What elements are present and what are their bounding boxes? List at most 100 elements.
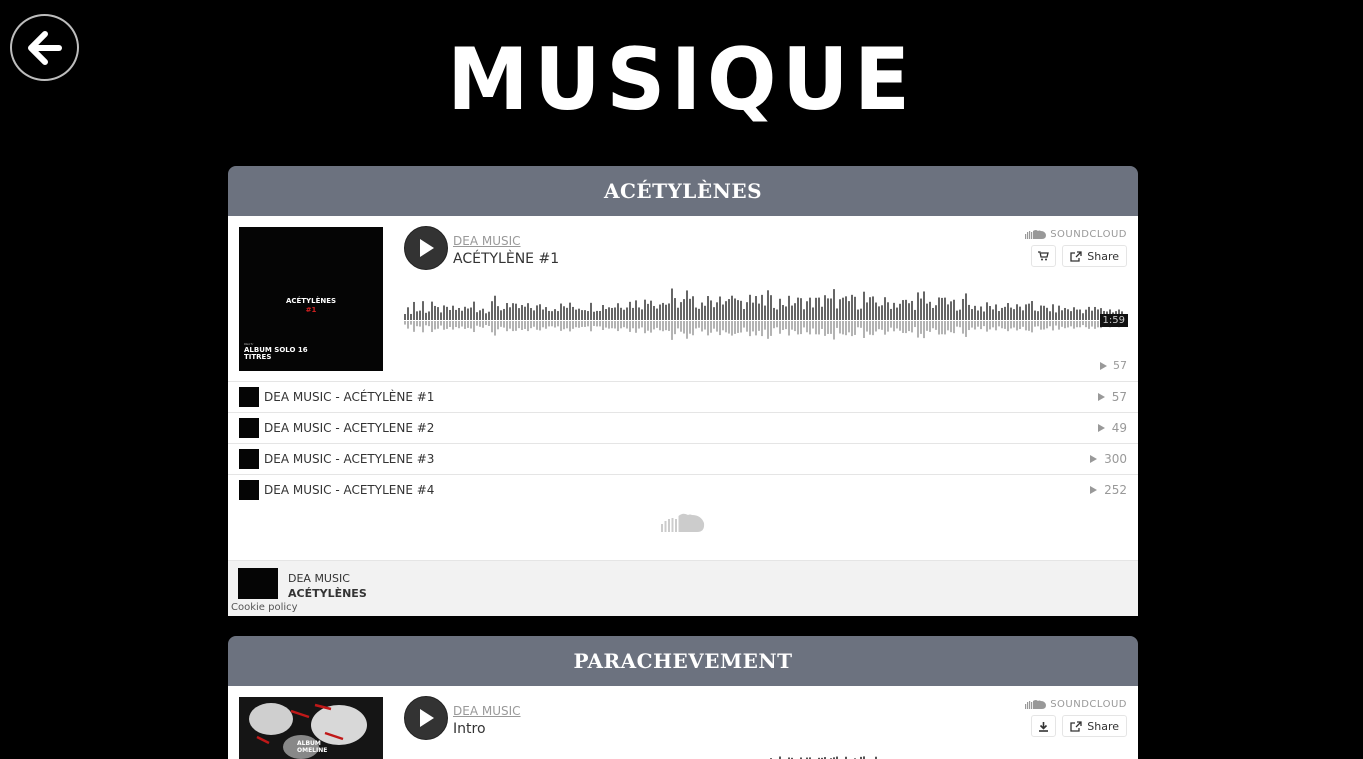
waveform-bar [902, 300, 904, 320]
waveform[interactable] [404, 276, 1128, 352]
waveform-reflection [905, 321, 907, 334]
waveform-bar [1055, 312, 1057, 320]
waveform-reflection [521, 321, 523, 330]
waveform-bar [893, 302, 895, 320]
waveform-bar [1058, 305, 1060, 320]
waveform-reflection [1088, 321, 1090, 329]
waveform-reflection [509, 321, 511, 329]
waveform-bar [539, 304, 541, 320]
download-button[interactable] [1031, 715, 1057, 737]
artist-link[interactable]: DEA MUSIC [453, 704, 521, 718]
waveform-reflection [701, 321, 703, 332]
waveform-reflection [1082, 321, 1084, 326]
waveform-bar [614, 307, 616, 320]
waveform-bar [1013, 309, 1015, 320]
album-artwork[interactable]: ALBUM OMELINE [239, 697, 383, 759]
waveform-reflection [464, 321, 466, 329]
footer-album[interactable]: ACÉTYLÈNES [288, 587, 367, 600]
share-button[interactable]: Share [1062, 245, 1127, 267]
waveform-bar [536, 305, 538, 320]
waveform-reflection [641, 321, 643, 328]
waveform-bar [647, 303, 649, 320]
waveform-bar [431, 301, 433, 320]
play-count-icon [1090, 455, 1098, 463]
waveform-reflection [1013, 321, 1015, 328]
waveform-bar [533, 310, 535, 320]
soundcloud-icon [1025, 230, 1047, 239]
soundcloud-logo[interactable]: SOUNDCLOUD [1025, 229, 1127, 240]
waveform-reflection [1001, 321, 1003, 329]
track-row[interactable]: DEA MUSIC - ACETYLENE #3 300 [228, 443, 1138, 474]
footer-artist[interactable]: DEA MUSIC [288, 572, 350, 585]
waveform-bar [701, 302, 703, 320]
track-row[interactable]: DEA MUSIC - ACÉTYLÈNE #1 57 [228, 381, 1138, 412]
waveform-reflection [956, 321, 958, 327]
cookie-policy-link[interactable]: Cookie policy [231, 602, 298, 613]
album-thumbnail[interactable] [238, 568, 278, 599]
cart-icon [1038, 251, 1050, 261]
waveform-bar [848, 301, 850, 320]
waveform-bar [653, 305, 655, 320]
waveform-bar [749, 294, 751, 320]
waveform-bar [452, 305, 454, 320]
waveform[interactable] [404, 752, 1128, 759]
waveform-bar [962, 298, 964, 320]
artist-link[interactable]: DEA MUSIC [453, 234, 521, 248]
buy-button[interactable] [1031, 245, 1057, 267]
waveform-bar [1067, 309, 1069, 320]
share-icon [1070, 250, 1082, 262]
album-artwork[interactable]: ACÉTYLÈNES #1 DEA'S' ALBUM SOLO 16 TITRE… [239, 227, 383, 371]
waveform-bar [575, 309, 577, 320]
waveform-bar [410, 313, 412, 320]
waveform-reflection [950, 321, 952, 333]
waveform-reflection [551, 321, 553, 327]
waveform-reflection [881, 321, 883, 330]
waveform-bar [725, 301, 727, 320]
waveform-reflection [1076, 321, 1078, 328]
waveform-bar [572, 306, 574, 320]
waveform-reflection [1028, 321, 1030, 331]
waveform-bar [881, 305, 883, 320]
waveform-reflection [746, 321, 748, 332]
waveform-reflection [488, 321, 490, 326]
waveform-bar [857, 309, 859, 320]
waveform-bar [425, 312, 427, 320]
waveform-reflection [869, 321, 871, 335]
waveform-bar [437, 307, 439, 320]
waveform-bar [671, 288, 673, 320]
play-button[interactable] [404, 226, 448, 270]
waveform-bar [515, 303, 517, 320]
waveform-reflection [983, 321, 985, 327]
waveform-reflection [941, 321, 943, 335]
track-thumbnail [239, 449, 259, 469]
waveform-reflection [989, 321, 991, 330]
track-row[interactable]: DEA MUSIC - ACETYLENE #4 252 [228, 474, 1138, 505]
waveform-reflection [449, 321, 451, 328]
waveform-reflection [518, 321, 520, 329]
waveform-bar [668, 303, 670, 320]
waveform-bar [626, 307, 628, 320]
waveform-reflection [503, 321, 505, 328]
waveform-bar [476, 312, 478, 320]
waveform-bar [785, 306, 787, 320]
waveform-reflection [932, 321, 934, 329]
waveform-reflection [554, 321, 556, 328]
waveform-reflection [428, 321, 430, 327]
waveform-bar [656, 308, 658, 320]
waveform-reflection [1094, 321, 1096, 329]
waveform-bar [932, 307, 934, 320]
waveform-bar [782, 305, 784, 320]
soundcloud-logo[interactable]: SOUNDCLOUD [1025, 699, 1127, 710]
waveform-reflection [665, 321, 667, 331]
track-duration: 1:59 [1099, 314, 1128, 327]
share-button[interactable]: Share [1062, 715, 1127, 737]
waveform-reflection [1055, 321, 1057, 326]
waveform-bar [755, 296, 757, 320]
waveform-reflection [974, 321, 976, 330]
waveform-bar [905, 299, 907, 320]
waveform-bar [911, 300, 913, 320]
waveform-bar [566, 307, 568, 320]
play-button[interactable] [404, 696, 448, 740]
track-row[interactable]: DEA MUSIC - ACETYLENE #2 49 [228, 412, 1138, 443]
waveform-bar [833, 289, 835, 320]
